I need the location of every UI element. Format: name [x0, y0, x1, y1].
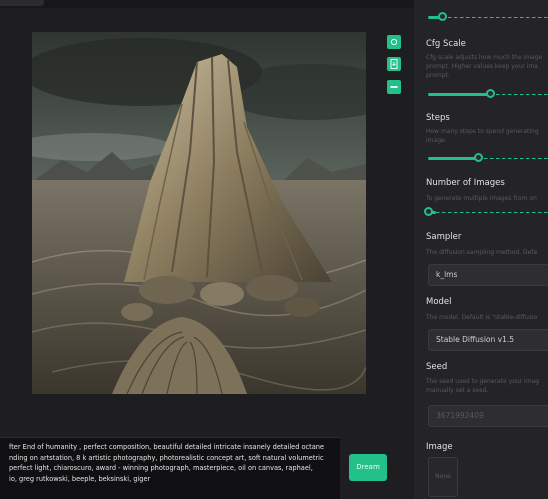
settings-panel: Cfg Scale Cfg scale adjusts how much the…: [414, 0, 548, 499]
number-of-images-slider[interactable]: [424, 207, 548, 216]
seed-description-line: The seed used to generate your imag: [426, 378, 540, 385]
model-select[interactable]: Stable Diffusion v1.5: [428, 329, 548, 351]
cfg-scale-slider-fill: [428, 93, 490, 96]
prompt-line: perfect light, chiaroscuro, award - winn…: [9, 464, 313, 472]
steps-slider-track: [478, 158, 548, 159]
view-icon: [390, 38, 398, 46]
top-tab[interactable]: [0, 0, 44, 6]
model-title: Model: [426, 297, 452, 307]
cfg-scale-slider-thumb[interactable]: [486, 89, 495, 98]
image-title: Image: [426, 442, 453, 452]
number-of-images-description: To generate multiple images from on: [426, 194, 548, 203]
prompt-line: fter End of humanity , perfect compositi…: [9, 443, 325, 451]
steps-title: Steps: [426, 113, 450, 123]
cfg-scale-title: Cfg Scale: [426, 39, 466, 49]
seed-description: The seed used to generate your imag manu…: [426, 377, 548, 395]
prompt-input[interactable]: fter End of humanity , perfect compositi…: [0, 437, 340, 499]
seed-title: Seed: [426, 362, 448, 372]
model-description-line: The model. Default is "stable-diffusio: [426, 314, 538, 321]
model-description: The model. Default is "stable-diffusio: [426, 313, 548, 322]
cfg-scale-description-line: prompt.: [426, 72, 450, 79]
more-button[interactable]: [387, 80, 401, 94]
cfg-scale-description: Cfg scale adjusts how much the image pro…: [426, 53, 548, 80]
generated-image-artwork: [32, 32, 366, 394]
number-of-images-description-line: To generate multiple images from on: [426, 195, 537, 202]
sampler-title: Sampler: [426, 232, 462, 242]
steps-slider-fill: [428, 157, 478, 160]
sampler-description-line: The diffusion sampling method. Defa: [426, 249, 538, 256]
cfg-scale-slider-track: [490, 94, 548, 95]
number-of-images-slider-track: [436, 212, 548, 213]
top-slider[interactable]: [428, 12, 548, 21]
top-slider-thumb[interactable]: [438, 12, 447, 21]
steps-description: How many steps to spend generating image…: [426, 127, 548, 145]
prompt-line: io, greg rutkowski, beeple, beksinski, g…: [9, 474, 151, 483]
top-slider-track: [442, 17, 548, 18]
image-upload[interactable]: None: [428, 457, 458, 497]
generated-image: [32, 32, 366, 394]
number-of-images-title: Number of Images: [426, 178, 505, 188]
view-button[interactable]: [387, 35, 401, 49]
steps-slider-thumb[interactable]: [474, 153, 483, 162]
seed-description-line: manually set a seed.: [426, 387, 489, 394]
cfg-scale-slider[interactable]: [428, 89, 548, 98]
download-button[interactable]: [387, 57, 401, 71]
download-icon: [390, 59, 398, 69]
sampler-select[interactable]: k_lms: [428, 264, 548, 286]
seed-input[interactable]: 3671992409: [428, 405, 548, 427]
sampler-description: The diffusion sampling method. Defa: [426, 248, 548, 257]
cfg-scale-description-line: Cfg scale adjusts how much the image: [426, 54, 543, 61]
steps-description-line: image.: [426, 137, 447, 144]
number-of-images-slider-thumb[interactable]: [424, 207, 433, 216]
prompt-line: nding on artstation, 8 k artistic photog…: [9, 453, 324, 462]
steps-slider[interactable]: [428, 153, 548, 162]
cfg-scale-description-line: prompt. Higher values keep your ima: [426, 63, 538, 70]
more-icon: [390, 86, 398, 88]
steps-description-line: How many steps to spend generating: [426, 128, 539, 135]
dream-button[interactable]: Dream: [349, 454, 387, 481]
